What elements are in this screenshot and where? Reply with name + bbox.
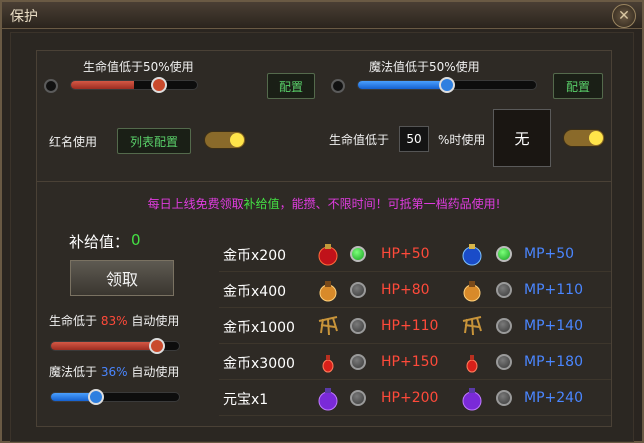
small-red-vial-icon — [459, 349, 485, 375]
hp-select-radio[interactable] — [350, 318, 366, 334]
mp-select-radio[interactable] — [496, 390, 512, 406]
list-config-button[interactable]: 列表配置 — [117, 128, 191, 154]
orange-flask-icon — [459, 277, 485, 303]
hp-amount: HP+200 — [381, 390, 439, 406]
potion-row: 金币x3000 HP+150 MP+180 — [219, 345, 611, 380]
potion-price: 金币x400 — [223, 284, 287, 300]
daily-notice: 每日上线免费领取补给值，能攒、不限时间！可抵第一档药品使用! — [37, 195, 611, 212]
window-title: 保护 — [10, 9, 38, 25]
mp-slider-thumb[interactable] — [439, 77, 455, 93]
orange-flask-icon — [315, 277, 341, 303]
hp-select-radio[interactable] — [350, 246, 366, 262]
potion-price: 金币x3000 — [223, 356, 295, 372]
hp-config-button[interactable]: 配置 — [267, 73, 315, 99]
mp-slider-label: 魔法值低于50%使用 — [369, 60, 480, 74]
auto-hp-before: 生命低于 — [49, 314, 98, 328]
hp-select-radio[interactable] — [350, 354, 366, 370]
purple-flask-icon — [315, 385, 341, 411]
hp-slider-thumb[interactable] — [151, 77, 167, 93]
hp-threshold-label: 生命值低于 — [329, 133, 390, 147]
mp-enable-radio[interactable] — [331, 79, 345, 93]
title-bar[interactable]: 保护 ✕ — [2, 2, 642, 29]
auto-hp-percent: 83% — [100, 314, 128, 328]
hp-select-radio[interactable] — [350, 390, 366, 406]
supply-label: 补给值： — [69, 233, 130, 251]
auto-mp-after: 自动使用 — [131, 365, 180, 379]
mp-amount: MP+240 — [524, 390, 583, 406]
hp-amount: HP+50 — [381, 246, 430, 262]
potion-price: 金币x1000 — [223, 320, 295, 336]
red-name-toggle[interactable] — [204, 131, 246, 149]
section-divider — [37, 181, 611, 182]
auto-mp-before: 魔法低于 — [49, 365, 98, 379]
mp-config-button[interactable]: 配置 — [553, 73, 603, 99]
small-red-vial-icon — [315, 349, 341, 375]
hp-amount: HP+80 — [381, 282, 430, 298]
auto-hp-fill — [51, 342, 158, 350]
notice-part1: 每日上线免费领取 — [147, 197, 244, 211]
mp-select-radio[interactable] — [496, 282, 512, 298]
hp-threshold-toggle[interactable] — [563, 129, 605, 147]
red-name-label: 红名使用 — [49, 135, 98, 149]
auto-mp-track[interactable] — [50, 392, 180, 402]
protection-window: 保护 ✕ 生命值低于50%使用 配置 魔法值低于50%使用 配置 红名使用 列表… — [0, 0, 644, 443]
toggle-knob — [230, 133, 244, 147]
hp-slider-track[interactable] — [70, 80, 198, 90]
hp-slider-fill — [71, 81, 134, 89]
potion-row: 元宝x1 HP+200 MP+240 — [219, 381, 611, 416]
mp-amount: MP+180 — [524, 354, 583, 370]
hp-amount: HP+150 — [381, 354, 439, 370]
hp-slider-label: 生命值低于50%使用 — [83, 60, 194, 74]
hp-select-radio[interactable] — [350, 282, 366, 298]
mp-select-radio[interactable] — [496, 354, 512, 370]
potion-row: 金币x200 HP+50 MP+50 — [219, 237, 611, 272]
toggle-knob — [589, 131, 603, 145]
auto-mp-label: 魔法低于 36% 自动使用 — [49, 363, 179, 380]
mp-amount: MP+110 — [524, 282, 583, 298]
mp-amount: MP+50 — [524, 246, 575, 262]
blue-potion-icon — [459, 241, 485, 267]
auto-mp-thumb[interactable] — [88, 389, 104, 405]
hp-enable-radio[interactable] — [44, 79, 58, 93]
mp-select-radio[interactable] — [496, 246, 512, 262]
auto-mp-percent: 36% — [100, 365, 128, 379]
potion-price: 金币x200 — [223, 248, 287, 264]
hp-amount: HP+110 — [381, 318, 439, 334]
auto-hp-after: 自动使用 — [131, 314, 180, 328]
auto-hp-thumb[interactable] — [149, 338, 165, 354]
potion-row: 金币x1000 HP+110 MP+140 — [219, 309, 611, 344]
mp-slider-fill — [358, 81, 447, 89]
potion-item-slot[interactable]: 无 — [493, 109, 551, 167]
mp-amount: MP+140 — [524, 318, 583, 334]
hp-threshold-suffix: %时使用 — [438, 133, 486, 147]
potion-row: 金币x400 HP+80 MP+110 — [219, 273, 611, 308]
supply-value: 0 — [131, 231, 141, 249]
potion-price: 元宝x1 — [223, 392, 269, 408]
ginseng-root-icon — [315, 313, 341, 339]
notice-part2: ，能攒、不限时间！可抵第一档药品使用! — [279, 197, 501, 211]
notice-highlight: 补给值 — [243, 197, 280, 211]
purple-flask-icon — [459, 385, 485, 411]
auto-hp-label: 生命低于 83% 自动使用 — [49, 312, 179, 329]
ginseng-root-icon — [459, 313, 485, 339]
mp-select-radio[interactable] — [496, 318, 512, 334]
settings-panel: 生命值低于50%使用 配置 魔法值低于50%使用 配置 红名使用 列表配置 生命… — [36, 50, 612, 427]
red-potion-icon — [315, 241, 341, 267]
hp-threshold-input[interactable]: 50 — [399, 126, 429, 152]
claim-button[interactable]: 领取 — [70, 260, 174, 296]
close-icon[interactable]: ✕ — [612, 4, 636, 28]
